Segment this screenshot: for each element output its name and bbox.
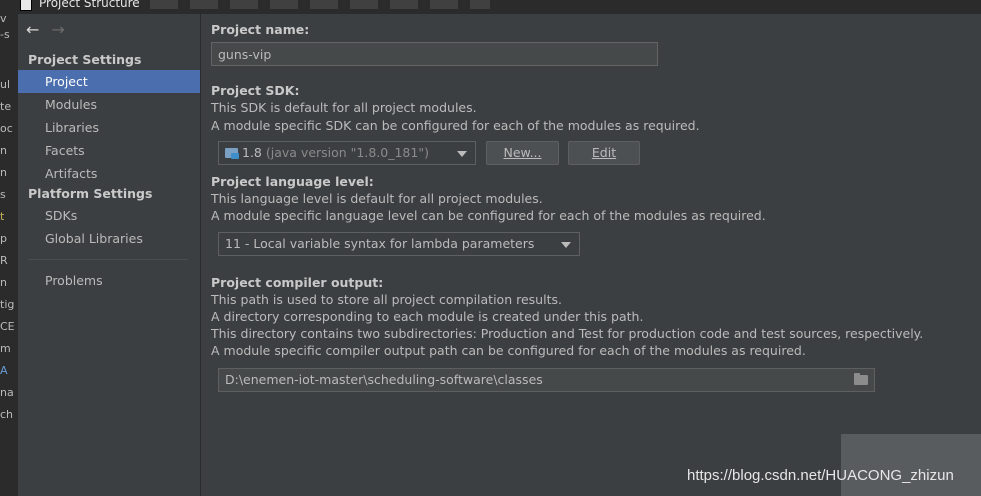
browse-folder-icon[interactable] — [854, 373, 868, 385]
ide-strip-text: tig — [0, 298, 15, 311]
sidebar-item-problems[interactable]: Problems — [18, 269, 200, 292]
title-bar: Project Structure — [0, 0, 981, 14]
compiler-output-desc-1: This path is used to store all project c… — [211, 292, 562, 307]
watermark-box — [841, 434, 981, 496]
watermark-text: https://blog.csdn.net/HUACONG_zhizun — [687, 467, 954, 484]
sidebar-item-libraries[interactable]: Libraries — [18, 116, 200, 139]
ide-strip-text: n — [0, 276, 7, 289]
ide-strip-text: n — [0, 144, 7, 157]
ide-strip-text: p — [0, 232, 7, 245]
nav-arrows: ← → — [26, 20, 73, 40]
project-sdk-desc-2: A module specific SDK can be configured … — [211, 118, 700, 133]
sdk-selected-detail: (java version "1.8.0_181") — [265, 145, 429, 160]
sdk-folder-icon — [225, 148, 239, 159]
sidebar-item-sdks[interactable]: SDKs — [18, 204, 200, 227]
language-level-selected: 11 - Local variable syntax for lambda pa… — [225, 236, 535, 251]
ide-strip-text: na — [0, 386, 14, 399]
background-menu-bar — [150, 0, 490, 9]
project-sdk-desc-1: This SDK is default for all project modu… — [211, 100, 477, 115]
compiler-output-path: D:\enemen-iot-master\scheduling-software… — [225, 372, 543, 387]
ide-strip-text: R — [0, 254, 8, 267]
sdk-new-label: New... — [503, 145, 542, 160]
sidebar: ← → Project Settings Project Modules Lib… — [18, 14, 201, 496]
project-settings-heading: Project Settings — [28, 52, 142, 67]
sidebar-item-project[interactable]: Project — [18, 70, 200, 93]
ide-strip-text: A — [0, 364, 8, 377]
sidebar-item-modules[interactable]: Modules — [18, 93, 200, 116]
back-arrow-icon[interactable]: ← — [26, 20, 39, 39]
sidebar-item-global-libraries[interactable]: Global Libraries — [18, 227, 200, 250]
project-sdk-label: Project SDK: — [211, 83, 300, 98]
ide-strip-text: t — [0, 210, 5, 223]
chevron-down-icon — [561, 242, 571, 248]
chevron-down-icon — [457, 151, 467, 157]
sidebar-item-artifacts[interactable]: Artifacts — [18, 162, 200, 185]
ide-strip-text: v — [0, 14, 7, 25]
platform-settings-heading: Platform Settings — [28, 186, 153, 201]
compiler-output-desc-2: A directory corresponding to each module… — [211, 309, 644, 324]
sidebar-item-facets[interactable]: Facets — [18, 139, 200, 162]
language-level-desc-2: A module specific language level can be … — [211, 208, 766, 223]
ide-strip-text: n — [0, 166, 7, 179]
app-icon — [20, 0, 32, 11]
sidebar-divider — [28, 259, 188, 260]
ide-strip-text: ul — [0, 78, 11, 91]
sdk-edit-button[interactable]: Edit — [568, 141, 640, 165]
language-level-dropdown[interactable]: 11 - Local variable syntax for lambda pa… — [218, 232, 580, 256]
language-level-label: Project language level: — [211, 174, 374, 189]
background-ide-strip: v -s ul te oc n n s t p R n tig CE m A n… — [0, 14, 18, 496]
ide-strip-text: s — [0, 188, 6, 201]
compiler-output-desc-3: This directory contains two subdirectori… — [211, 326, 924, 341]
compiler-output-label: Project compiler output: — [211, 275, 384, 290]
ide-strip-text: -s — [0, 28, 10, 41]
window-title: Project Structure — [39, 0, 140, 10]
ide-strip-text: CE — [0, 320, 15, 333]
language-level-desc-1: This language level is default for all p… — [211, 191, 543, 206]
main-panel: Project name: Project SDK: This SDK is d… — [201, 14, 981, 496]
ide-strip-text: oc — [0, 122, 13, 135]
forward-arrow-icon[interactable]: → — [51, 20, 64, 39]
sdk-dropdown[interactable]: 1.8 (java version "1.8.0_181") — [218, 141, 476, 165]
sdk-new-button[interactable]: New... — [486, 141, 559, 165]
compiler-output-desc-4: A module specific compiler output path c… — [211, 343, 806, 358]
project-name-label: Project name: — [211, 22, 310, 37]
ide-strip-text: ch — [0, 408, 14, 421]
project-name-input[interactable] — [211, 42, 658, 66]
sdk-selected-name: 1.8 — [242, 145, 262, 160]
ide-strip-text: m — [0, 342, 11, 355]
compiler-output-path-field[interactable]: D:\enemen-iot-master\scheduling-software… — [218, 368, 875, 392]
ide-strip-text: te — [0, 100, 12, 113]
sdk-edit-label: Edit — [591, 145, 617, 160]
